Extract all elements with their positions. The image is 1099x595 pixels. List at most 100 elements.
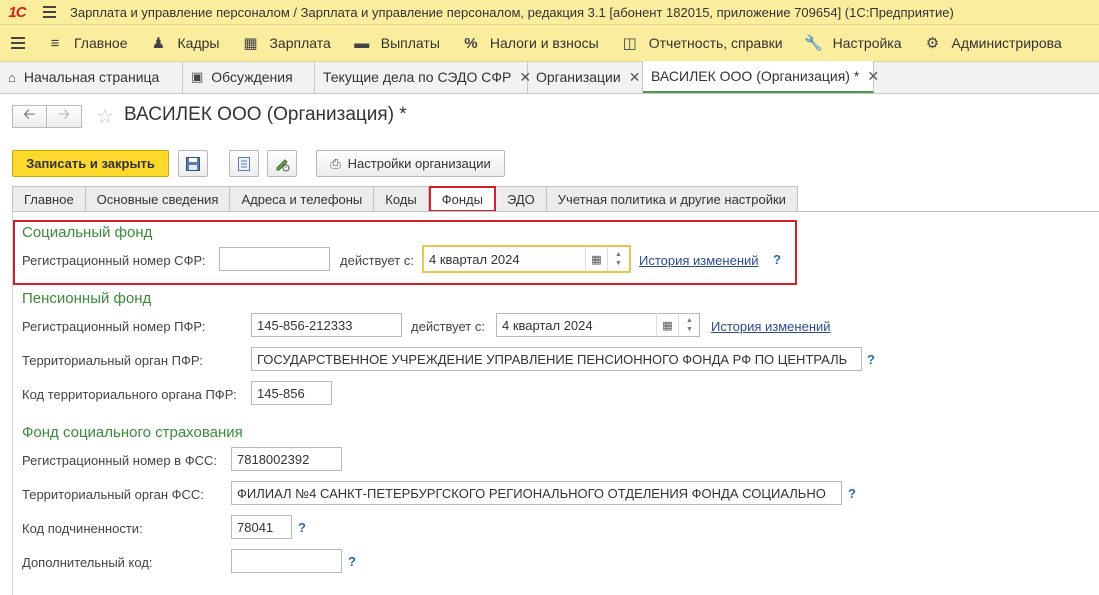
tab-organizations[interactable]: Организации ✕ (528, 61, 643, 93)
pfr-reg-label: Регистрационный номер ПФР: (22, 319, 206, 334)
floppy-icon (186, 156, 200, 171)
sfr-reg-label: Регистрационный номер СФР: (22, 253, 206, 268)
tab-label: Начальная страница (23, 69, 160, 85)
sfr-valid-label: действует с: (340, 253, 414, 268)
menu-item-label: Налоги и взносы (489, 35, 599, 51)
arrow-left-icon: 🡠 (23, 106, 36, 123)
tabs-divider (12, 211, 1099, 212)
printer-icon: ⎙ (330, 155, 341, 171)
fss-org-help-icon[interactable]: ? (848, 486, 856, 501)
tab-addresses[interactable]: Адреса и телефоны (230, 186, 375, 212)
menu-item-label: Отчетность, справки (648, 35, 783, 51)
document-list-button[interactable] (229, 150, 259, 177)
pfr-org-help-icon[interactable]: ? (867, 352, 875, 367)
fss-sub-input[interactable]: 78041 (231, 515, 292, 539)
menu-item-reports[interactable]: ◫ Отчетность, справки (611, 25, 795, 61)
pfr-code-label: Код территориального органа ПФР: (22, 387, 237, 402)
period-spinner[interactable]: ▲ ▼ (607, 247, 629, 271)
fss-reg-label: Регистрационный номер в ФСС: (22, 453, 217, 468)
menu-item-label: Кадры (177, 35, 220, 51)
organization-settings-button[interactable]: ⎙ Настройки организации (316, 150, 505, 177)
fss-org-input[interactable]: ФИЛИАЛ №4 САНКТ-ПЕТЕРБУРГСКОГО РЕГИОНАЛЬ… (231, 481, 842, 505)
save-and-close-button[interactable]: Записать и закрыть (12, 150, 169, 177)
tab-label: Текущие дела по СЭДО СФР (323, 69, 512, 85)
pfr-reg-input[interactable]: 145-856-212333 (251, 313, 402, 337)
percent-icon: % (464, 34, 478, 52)
tab-label: Организации (536, 69, 621, 85)
arrow-right-icon: 🡢 (57, 106, 71, 123)
fss-sub-help-icon[interactable]: ? (298, 520, 306, 535)
fss-extra-input[interactable] (231, 549, 342, 573)
fss-reg-input[interactable]: 7818002392 (231, 447, 342, 471)
calendar-icon[interactable]: ▦ (585, 247, 607, 271)
menu-item-taxes[interactable]: % Налоги и взносы (452, 25, 611, 61)
pfr-code-input[interactable]: 145-856 (251, 381, 332, 405)
chat-icon: ▣ (191, 69, 204, 84)
close-icon[interactable]: ✕ (629, 69, 641, 86)
pfr-history-link[interactable]: История изменений (711, 319, 831, 334)
tab-label: Коды (385, 191, 417, 207)
pfr-valid-label: действует с: (411, 319, 485, 334)
tab-label: Основные сведения (96, 191, 219, 207)
navigation-buttons: 🡠 🡢 (12, 105, 82, 128)
app-logo: 1С (0, 0, 34, 25)
tab-basic-info[interactable]: Основные сведения (85, 186, 231, 212)
sfr-help-icon[interactable]: ? (773, 252, 781, 267)
spin-up-icon[interactable]: ▲ (686, 316, 693, 325)
input-value: 4 квартал 2024 (429, 251, 520, 267)
sfr-history-link[interactable]: История изменений (639, 253, 759, 268)
main-menu-toggle-icon[interactable] (0, 25, 36, 61)
menu-item-settings[interactable]: 🔧 Настройка (795, 25, 914, 61)
spin-up-icon[interactable]: ▲ (615, 250, 622, 259)
menu-item-salary[interactable]: ▦ Зарплата (231, 25, 342, 61)
people-icon: ♟ (151, 35, 166, 52)
gear-icon: ⚙ (925, 35, 940, 52)
tab-label: ВАСИЛЕК ООО (Организация) * (651, 68, 860, 84)
sfr-reg-input[interactable] (219, 247, 330, 271)
app-menu-icon[interactable] (34, 0, 64, 25)
spin-down-icon[interactable]: ▼ (686, 325, 693, 334)
menu-item-label: Администрирова (951, 35, 1062, 51)
tab-edo[interactable]: ЭДО (495, 186, 547, 212)
home-icon: ≡ (50, 34, 60, 52)
spin-down-icon[interactable]: ▼ (615, 259, 622, 268)
tab-funds[interactable]: Фонды (428, 186, 496, 212)
menu-item-hr[interactable]: ♟ Кадры (140, 25, 232, 61)
button-label: Настройки организации (347, 156, 491, 171)
tab-label: Обсуждения (211, 69, 293, 85)
calendar-icon[interactable]: ▦ (656, 313, 678, 337)
fss-extra-help-icon[interactable]: ? (348, 554, 356, 569)
tab-sedo-tasks[interactable]: Текущие дела по СЭДО СФР ✕ (315, 61, 531, 93)
menu-item-label: Зарплата (269, 35, 331, 51)
tab-label: Адреса и телефоны (241, 191, 363, 207)
close-icon[interactable]: ✕ (867, 68, 879, 85)
logo-text: 1С (8, 3, 26, 21)
menu-item-main[interactable]: ≡ Главное (36, 25, 140, 61)
pfr-heading: Пенсионный фонд (22, 290, 152, 307)
save-button[interactable] (178, 150, 208, 177)
wrench-icon: 🔧 (804, 35, 823, 52)
tab-discussions[interactable]: ▣ Обсуждения (183, 61, 315, 93)
tab-accounting-policy[interactable]: Учетная политика и другие настройки (546, 186, 798, 212)
tab-organization-form[interactable]: ВАСИЛЕК ООО (Организация) * ✕ (643, 61, 879, 93)
tab-main[interactable]: Главное (12, 186, 86, 212)
menu-item-admin[interactable]: ⚙ Администрирова (914, 25, 1074, 61)
tab-codes[interactable]: Коды (374, 186, 429, 212)
home-icon: ⌂ (8, 69, 16, 85)
report-icon: ◫ (622, 35, 637, 52)
pencil-clock-icon (276, 158, 290, 171)
tab-label: Главное (24, 191, 74, 207)
calculator-icon: ▦ (243, 35, 258, 52)
form-title: ВАСИЛЕК ООО (Организация) * (124, 104, 407, 125)
favorite-star-icon[interactable]: ☆ (96, 104, 114, 129)
wallet-icon: ▬ (354, 34, 370, 52)
back-button[interactable]: 🡠 (12, 105, 47, 128)
period-spinner[interactable]: ▲ ▼ (678, 313, 700, 337)
edit-history-button[interactable] (267, 150, 297, 177)
pfr-org-input[interactable]: ГОСУДАРСТВЕННОЕ УЧРЕЖДЕНИЕ УПРАВЛЕНИЕ ПЕ… (251, 347, 862, 371)
tab-home[interactable]: ⌂ Начальная страница (0, 61, 183, 93)
menu-item-label: Выплаты (380, 35, 440, 51)
menu-item-payments[interactable]: ▬ Выплаты (343, 25, 452, 61)
forward-button[interactable]: 🡢 (47, 105, 82, 128)
document-icon (238, 156, 250, 171)
